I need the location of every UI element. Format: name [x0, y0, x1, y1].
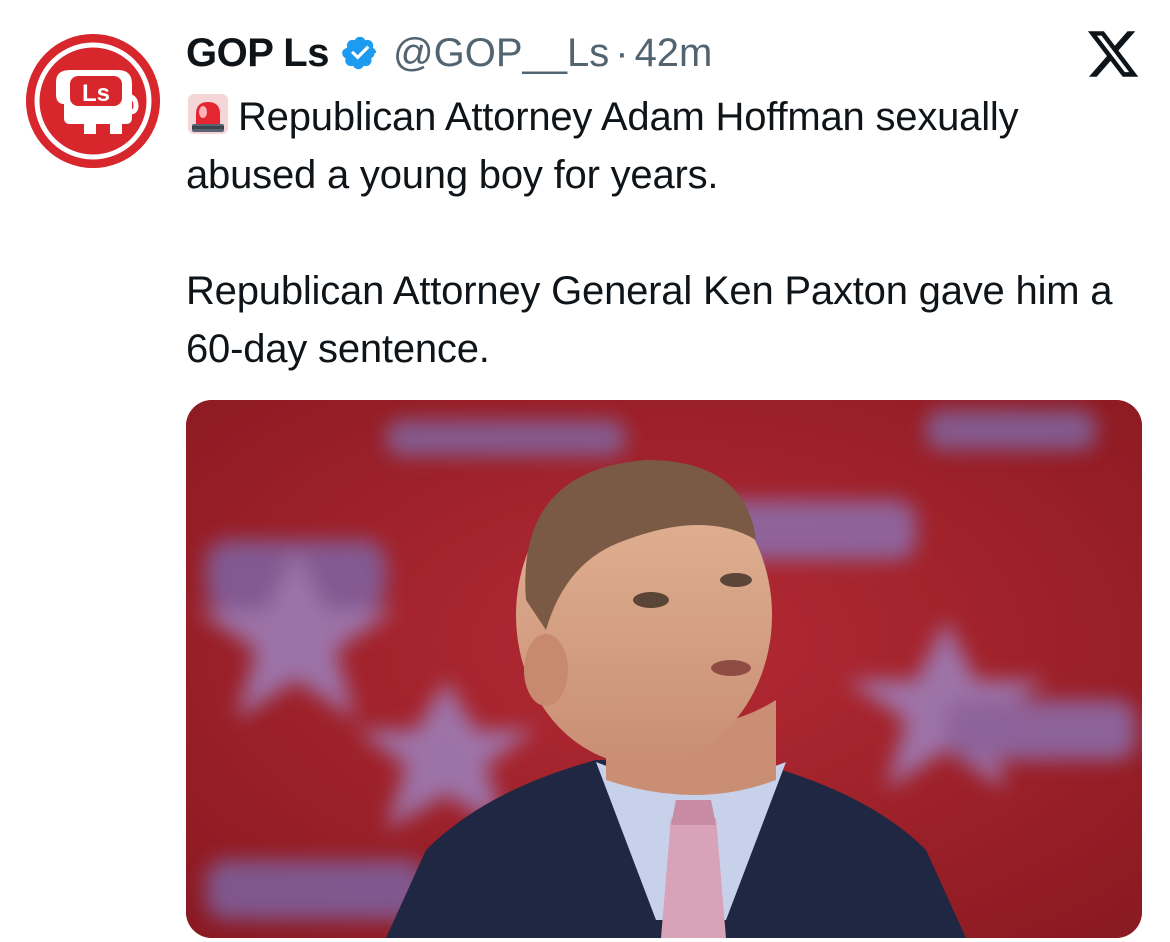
x-logo-icon[interactable]: [1084, 26, 1142, 82]
separator-dot: ·: [615, 30, 629, 75]
tweet-header: GOP Ls @GOP__Ls · 42m: [186, 28, 712, 78]
logo-text: Ls: [82, 80, 110, 107]
siren-icon: [186, 92, 230, 136]
verified-badge-icon[interactable]: [341, 34, 379, 72]
handle[interactable]: @GOP__Ls: [393, 31, 609, 76]
tweet-paragraph-2: Republican Attorney General Ken Paxton g…: [186, 269, 1113, 371]
tweet-text-1: Republican Attorney Adam Hoffman sexuall…: [186, 95, 1019, 197]
tweet-image[interactable]: [186, 400, 1142, 938]
tweet-body: Republican Attorney Adam Hoffman sexuall…: [186, 88, 1146, 378]
timestamp[interactable]: 42m: [635, 31, 713, 76]
tweet-paragraph-1: Republican Attorney Adam Hoffman sexuall…: [186, 88, 1146, 204]
gop-ls-logo: Ls: [26, 34, 160, 168]
avatar[interactable]: Ls: [26, 34, 160, 168]
photo-illustration: [186, 400, 1142, 938]
display-name[interactable]: GOP Ls: [186, 31, 329, 76]
